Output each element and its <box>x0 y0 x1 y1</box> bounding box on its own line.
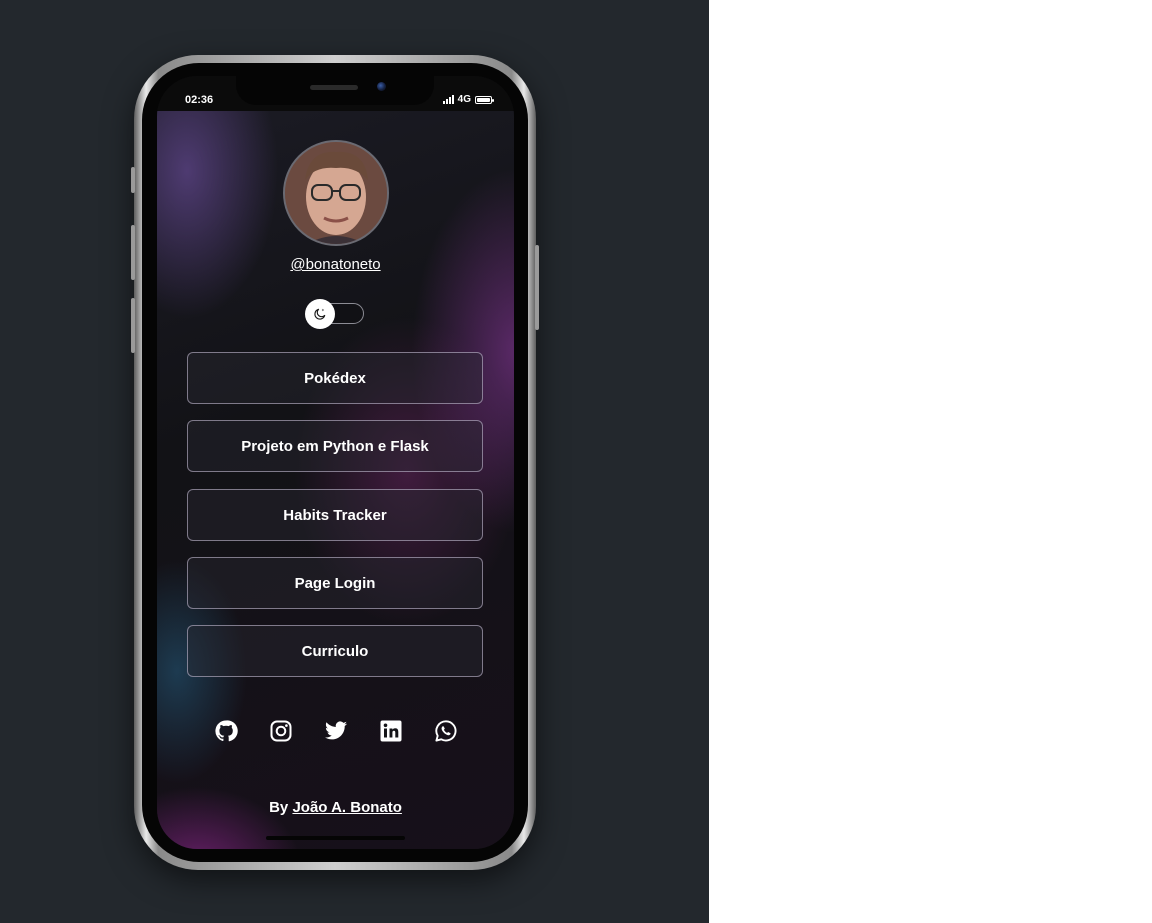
social-links <box>157 719 514 743</box>
mute-switch <box>131 167 135 193</box>
battery-icon <box>475 95 494 104</box>
avatar-photo <box>285 142 387 244</box>
theme-toggle[interactable] <box>305 299 364 329</box>
phone-screen: 02:36 4G @bonatoneto Pokédex Projeto em … <box>157 76 514 849</box>
link-button-curriculo[interactable]: Curriculo <box>187 625 483 677</box>
link-button-pokedex[interactable]: Pokédex <box>187 352 483 404</box>
instagram-icon[interactable] <box>269 719 293 743</box>
link-button-python-flask[interactable]: Projeto em Python e Flask <box>187 420 483 472</box>
whatsapp-icon[interactable] <box>434 719 458 743</box>
username-link[interactable]: @bonatoneto <box>157 256 514 273</box>
footer-prefix: By <box>269 799 289 816</box>
status-time: 02:36 <box>185 94 214 106</box>
footer: By João A. Bonato <box>157 799 514 816</box>
speaker <box>310 85 358 90</box>
power-button <box>535 245 539 330</box>
signal-icon <box>442 95 454 104</box>
link-button-page-login[interactable]: Page Login <box>187 557 483 609</box>
volume-up-button <box>131 225 135 280</box>
twitter-icon[interactable] <box>324 719 348 743</box>
network-label: 4G <box>457 94 471 105</box>
github-icon[interactable] <box>214 719 238 743</box>
link-button-habits-tracker[interactable]: Habits Tracker <box>187 489 483 541</box>
avatar <box>283 140 389 246</box>
volume-down-button <box>131 298 135 353</box>
status-bar: 02:36 4G <box>157 76 514 111</box>
linkedin-icon[interactable] <box>379 719 403 743</box>
status-indicators: 4G <box>442 94 494 105</box>
toggle-knob[interactable] <box>305 299 335 329</box>
notch <box>236 76 434 105</box>
author-link[interactable]: João A. Bonato <box>292 799 401 816</box>
home-indicator <box>266 836 405 840</box>
moon-icon <box>314 308 326 320</box>
camera-icon <box>377 82 386 91</box>
